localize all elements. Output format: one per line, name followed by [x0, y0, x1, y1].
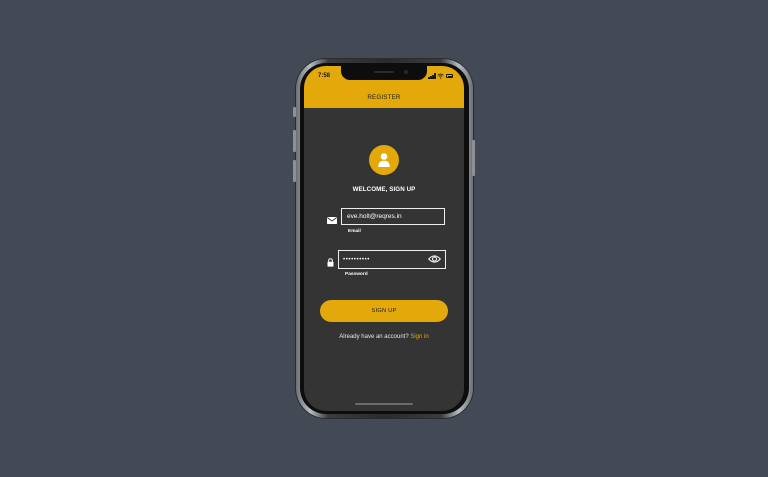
wifi-icon: [437, 73, 444, 79]
account-prompt-line: Already have an account? Sign in: [304, 334, 464, 340]
phone-power-button: [472, 140, 475, 176]
email-label: Email: [348, 229, 361, 234]
account-prompt: Already have an account?: [339, 334, 409, 340]
mail-icon: [327, 217, 337, 224]
battery-icon: [446, 74, 453, 78]
signal-icon: [434, 73, 436, 79]
email-input[interactable]: [341, 208, 445, 225]
welcome-heading: WELCOME, SIGN UP: [352, 186, 416, 193]
eye-icon[interactable]: [428, 254, 441, 264]
app-header: 7:58 REGISTER: [304, 66, 464, 108]
status-time: 7:58: [318, 73, 331, 79]
home-indicator: [355, 403, 413, 405]
password-label: Password: [345, 272, 368, 277]
phone-volume-down: [293, 160, 296, 182]
speaker-grille: [374, 71, 394, 73]
user-icon: [378, 153, 390, 167]
sign-up-button[interactable]: SIGN UP: [320, 300, 448, 322]
lock-icon: [327, 258, 334, 267]
password-field: [338, 250, 446, 269]
phone-mute-switch: [293, 107, 296, 117]
phone-notch: [341, 66, 427, 80]
sign-in-link[interactable]: Sign in: [410, 334, 428, 340]
status-icons: [428, 73, 454, 79]
front-camera: [404, 70, 408, 74]
password-input[interactable]: [339, 251, 427, 268]
app-screen: 7:58 REGISTER WELCOME, SIGN UP eve.holt@…: [304, 66, 464, 411]
phone-volume-up: [293, 130, 296, 152]
page-title: REGISTER: [367, 94, 401, 101]
avatar: [369, 145, 399, 175]
stage-background: 7:58 REGISTER WELCOME, SIGN UP eve.holt@…: [0, 0, 768, 477]
